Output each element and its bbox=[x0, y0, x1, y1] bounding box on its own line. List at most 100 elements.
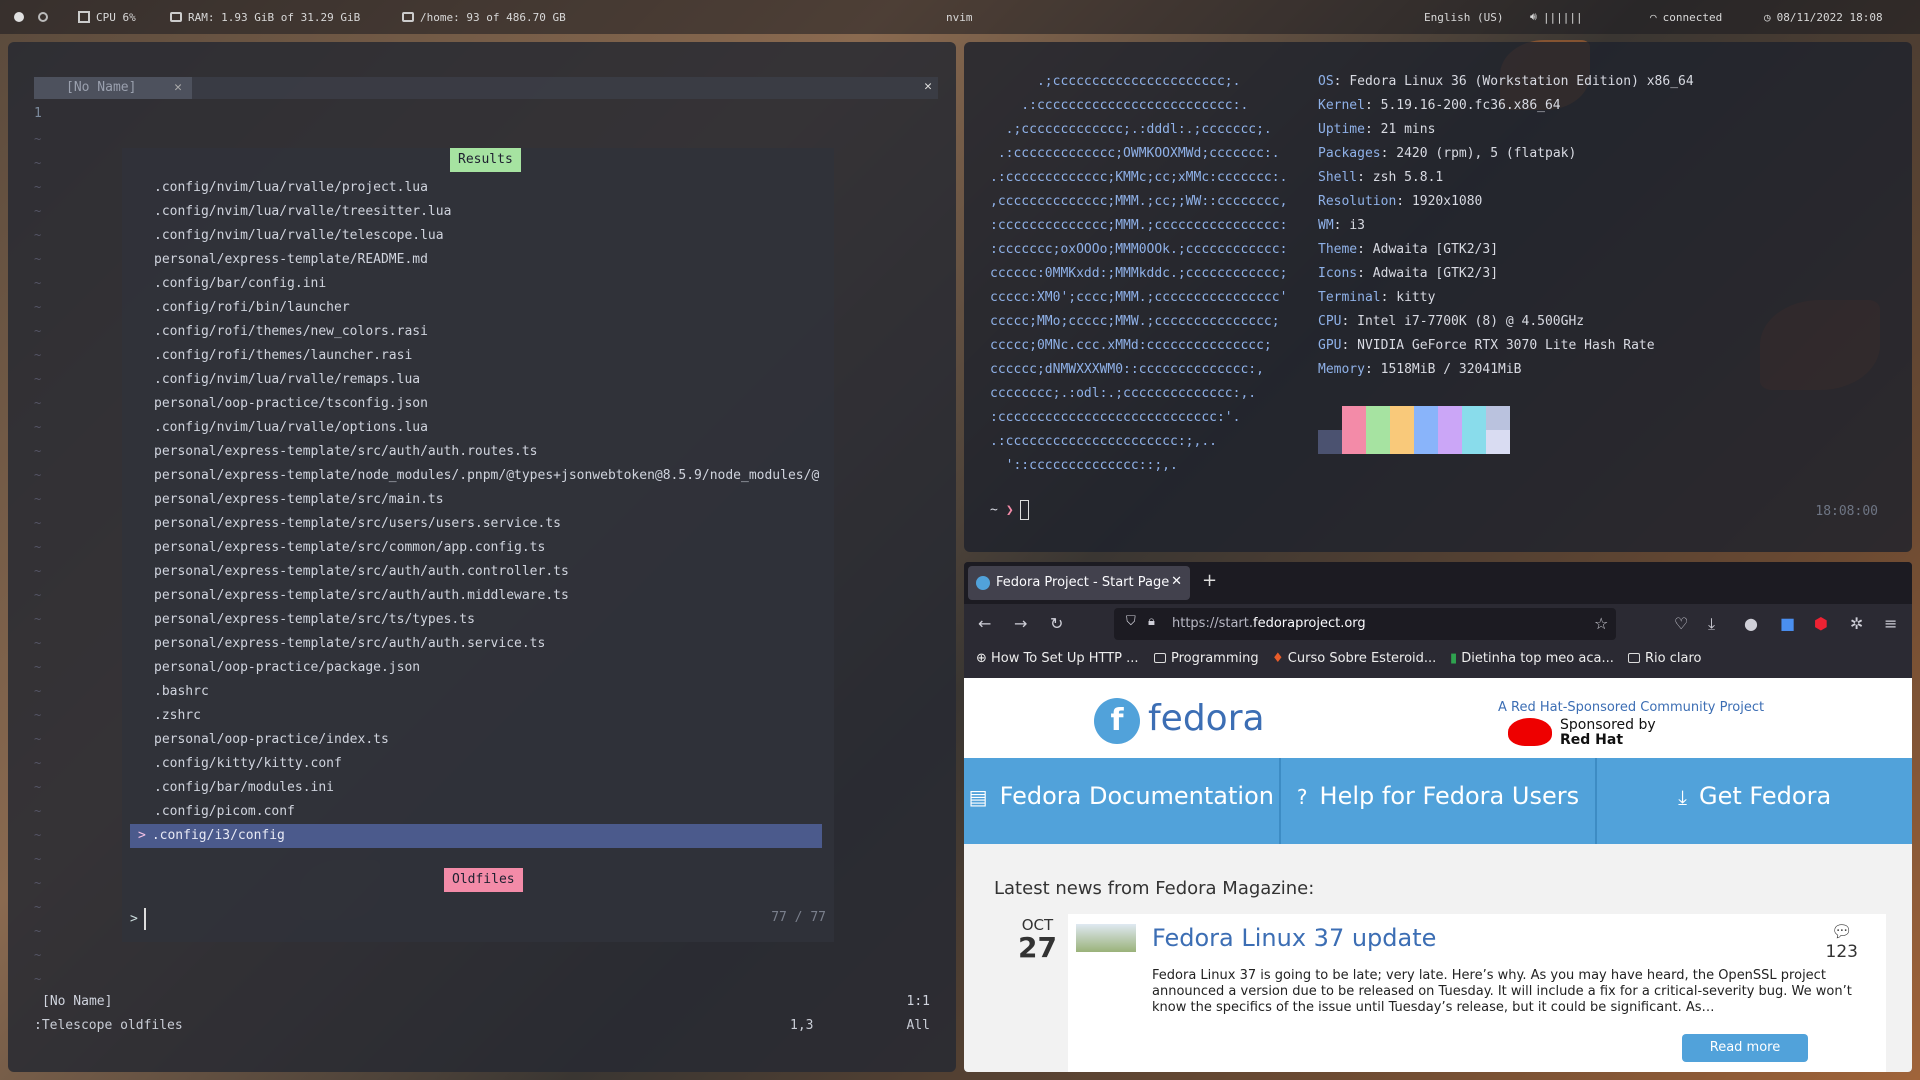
result-item[interactable]: .config/rofi/bin/launcher bbox=[122, 296, 822, 320]
bookmark-item[interactable]: ▮ Dietinha top meo aca... bbox=[1450, 651, 1614, 666]
new-tab-button[interactable]: + bbox=[1202, 570, 1217, 591]
pocket-icon[interactable]: ♡ bbox=[1674, 614, 1688, 633]
telescope-prompt-input[interactable]: > bbox=[130, 908, 146, 930]
extensions-icon[interactable]: ✲ bbox=[1850, 614, 1863, 633]
buffer-tab[interactable]: [No Name] ✕ bbox=[34, 77, 192, 99]
result-item[interactable]: personal/express-template/src/auth/auth.… bbox=[122, 440, 822, 464]
power-icon[interactable] bbox=[14, 12, 24, 22]
download-icon[interactable]: ⤓ bbox=[1708, 614, 1715, 634]
result-item[interactable]: .bashrc bbox=[122, 680, 822, 704]
forward-icon[interactable]: → bbox=[1014, 614, 1027, 633]
result-item-selected[interactable]: > .config/i3/config bbox=[130, 824, 822, 848]
empty-line-marker: ~ bbox=[34, 948, 42, 962]
result-item[interactable]: .config/bar/modules.ini bbox=[122, 776, 822, 800]
redhat-label: Red Hat bbox=[1560, 732, 1624, 748]
empty-line-marker: ~ bbox=[34, 756, 42, 770]
info-value: Adwaita [GTK2/3] bbox=[1372, 266, 1499, 281]
result-item[interactable]: personal/express-template/src/main.ts bbox=[122, 488, 822, 512]
result-item[interactable]: personal/oop-practice/tsconfig.json bbox=[122, 392, 822, 416]
terminal-window[interactable]: .;cccccccccccccccccccccc;. .:ccccccccccc… bbox=[964, 42, 1912, 552]
empty-line-marker: ~ bbox=[34, 276, 42, 290]
palette-swatch bbox=[1390, 406, 1414, 454]
result-item[interactable]: personal/express-template/src/ts/types.t… bbox=[122, 608, 822, 632]
result-item[interactable]: personal/express-template/node_modules/.… bbox=[122, 464, 822, 488]
shell-prompt[interactable]: ~ ❯ bbox=[990, 500, 1029, 520]
prompt-caret: > bbox=[130, 911, 138, 927]
nav-documentation[interactable]: ▤ Fedora Documentation bbox=[964, 758, 1281, 844]
volume-widget[interactable]: 🔊︎ |||||| bbox=[1530, 10, 1583, 24]
ascii-line: ,cccccccccccccc;MMM.;cc;;WW::cccccccc, bbox=[990, 194, 1288, 209]
results-title: Results bbox=[450, 148, 521, 172]
window-title: nvim bbox=[946, 10, 973, 24]
lock-icon[interactable]: 🔒︎ bbox=[1148, 614, 1155, 629]
info-value: Adwaita [GTK2/3] bbox=[1372, 242, 1499, 257]
tab-title: Fedora Project - Start Page bbox=[996, 575, 1170, 590]
extension-r-icon[interactable]: ● bbox=[1744, 614, 1758, 633]
command-line[interactable]: :Telescope oldfiles 1,3 All bbox=[34, 1018, 938, 1040]
bookmark-item[interactable]: ⊕ How To Set Up HTTP ... bbox=[976, 651, 1139, 666]
result-item[interactable]: personal/express-template/src/users/user… bbox=[122, 512, 822, 536]
article-title[interactable]: Fedora Linux 37 update bbox=[1152, 924, 1436, 952]
block-cursor bbox=[1019, 500, 1029, 520]
result-item[interactable]: .config/kitty/kitty.conf bbox=[122, 752, 822, 776]
ram-widget: RAM: 1.93 GiB of 31.29 GiB bbox=[170, 11, 360, 24]
result-item[interactable]: .zshrc bbox=[122, 704, 822, 728]
result-item[interactable]: personal/express-template/src/auth/auth.… bbox=[122, 632, 822, 656]
bookmark-item[interactable]: ♦ Curso Sobre Esteroid... bbox=[1272, 651, 1436, 666]
nvim-window[interactable]: [No Name] ✕ ✕ 1 Results .config/nvim/lua… bbox=[8, 42, 956, 1072]
keyboard-layout[interactable]: English (US) bbox=[1424, 11, 1503, 24]
result-item[interactable]: .config/rofi/themes/new_colors.rasi bbox=[122, 320, 822, 344]
results-list[interactable]: .config/nvim/lua/rvalle/project.lua .conf… bbox=[122, 176, 834, 848]
star-icon[interactable]: ☆ bbox=[1594, 614, 1608, 633]
result-item[interactable]: personal/oop-practice/package.json bbox=[122, 656, 822, 680]
browser-tab[interactable]: Fedora Project - Start Page ✕ bbox=[968, 566, 1190, 600]
close-icon[interactable]: ✕ bbox=[174, 80, 182, 95]
result-item[interactable]: .config/bar/config.ini bbox=[122, 272, 822, 296]
fedora-logo-icon[interactable]: f bbox=[1094, 698, 1140, 744]
url-bar[interactable]: ⛉ 🔒︎ https://start.fedoraproject.org ☆ bbox=[1114, 608, 1616, 640]
fedora-wordmark[interactable]: fedora bbox=[1148, 698, 1265, 739]
result-item[interactable]: .config/rofi/themes/launcher.rasi bbox=[122, 344, 822, 368]
result-item[interactable]: .config/picom.conf bbox=[122, 800, 822, 824]
bookmark-folder[interactable]: Programming bbox=[1154, 651, 1259, 666]
ascii-line: cccccccc;.:odl:.;cccccccccccccc:,. bbox=[990, 386, 1257, 401]
result-item[interactable]: personal/express-template/src/common/app… bbox=[122, 536, 822, 560]
reload-icon[interactable]: ↻ bbox=[1050, 614, 1063, 633]
close-tab-icon[interactable]: ✕ bbox=[1171, 574, 1182, 589]
result-item[interactable]: personal/express-template/README.md bbox=[122, 248, 822, 272]
read-more-button[interactable]: Read more bbox=[1682, 1034, 1808, 1062]
ublock-icon[interactable]: ⬢ bbox=[1814, 614, 1828, 633]
info-row: Memory: 1518MiB / 32041MiB bbox=[1318, 362, 1522, 377]
result-item[interactable]: .config/nvim/lua/rvalle/treesitter.lua bbox=[122, 200, 822, 224]
record-icon[interactable] bbox=[38, 12, 48, 22]
firefox-window[interactable]: Fedora Project - Start Page ✕ + ← → ↻ ⛉ … bbox=[964, 562, 1912, 1072]
close-tabs-icon[interactable]: ✕ bbox=[924, 79, 932, 94]
info-row: Uptime: 21 mins bbox=[1318, 122, 1436, 137]
empty-line-marker: ~ bbox=[34, 444, 42, 458]
menu-icon[interactable]: ≡ bbox=[1884, 614, 1897, 633]
empty-line-marker: ~ bbox=[34, 252, 42, 266]
result-item[interactable]: .config/nvim/lua/rvalle/project.lua bbox=[122, 176, 822, 200]
nav-help[interactable]: ? Help for Fedora Users bbox=[1281, 758, 1598, 844]
line-number: 1 bbox=[34, 106, 42, 121]
result-item[interactable]: .config/nvim/lua/rvalle/remaps.lua bbox=[122, 368, 822, 392]
result-item[interactable]: personal/express-template/src/auth/auth.… bbox=[122, 584, 822, 608]
nav-get-fedora[interactable]: ⤓ Get Fedora bbox=[1597, 758, 1912, 844]
bitwarden-icon[interactable]: ■ bbox=[1780, 614, 1795, 633]
cpu-icon bbox=[78, 11, 90, 23]
shield-icon[interactable]: ⛉ bbox=[1126, 614, 1136, 629]
result-item[interactable]: .config/nvim/lua/rvalle/telescope.lua bbox=[122, 224, 822, 248]
result-item[interactable]: personal/express-template/src/auth/auth.… bbox=[122, 560, 822, 584]
result-item[interactable]: .config/nvim/lua/rvalle/options.lua bbox=[122, 416, 822, 440]
bookmark-folder[interactable]: Rio claro bbox=[1628, 651, 1701, 666]
clock-widget[interactable]: ◷ 08/11/2022 18:08 bbox=[1764, 11, 1883, 24]
wifi-widget[interactable]: ◠ connected bbox=[1650, 11, 1722, 24]
article-thumbnail[interactable] bbox=[1076, 924, 1136, 952]
back-icon[interactable]: ← bbox=[978, 614, 991, 633]
empty-line-marker: ~ bbox=[34, 372, 42, 386]
telescope-picker[interactable]: Results .config/nvim/lua/rvalle/project.… bbox=[122, 148, 834, 942]
url-prefix: https://start. bbox=[1172, 616, 1254, 631]
url-domain: fedoraproject.org bbox=[1253, 616, 1366, 631]
comment-count[interactable]: 💬︎ 123 bbox=[1826, 922, 1858, 962]
result-item[interactable]: personal/oop-practice/index.ts bbox=[122, 728, 822, 752]
